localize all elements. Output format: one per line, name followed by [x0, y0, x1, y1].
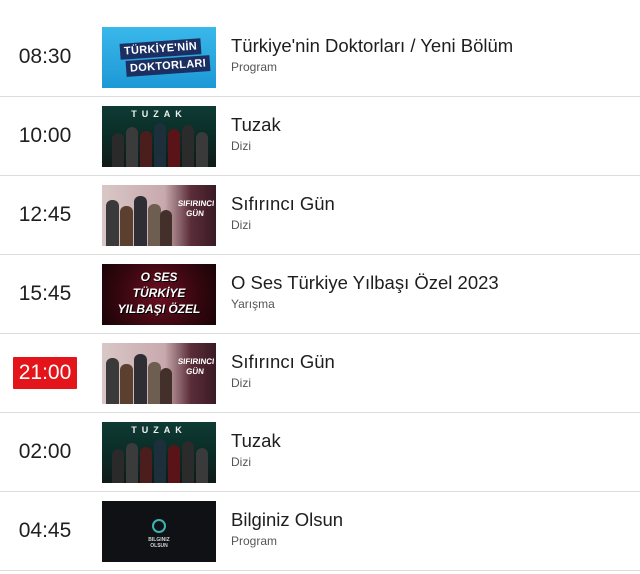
- airtime: 08:30: [18, 45, 72, 68]
- airtime: 02:00: [18, 440, 72, 463]
- program-thumbnail[interactable]: O SES TÜRKİYE YILBAŞI ÖZEL: [102, 264, 216, 325]
- program-thumbnail[interactable]: SIFIRINCI GÜN: [102, 343, 216, 404]
- thumbnail-logo-text: TUZAK: [131, 109, 187, 119]
- thumbnail-logo-text: BILGINIZ OLSUN: [148, 537, 170, 549]
- airtime: 04:45: [18, 519, 72, 542]
- program-title[interactable]: Sıfırıncı Gün: [231, 350, 335, 374]
- airtime: 12:45: [18, 203, 72, 226]
- thumbnail-logo-text: YILBAŞI ÖZEL: [117, 302, 201, 316]
- schedule-row[interactable]: 02:00 TUZAK Tuzak Dizi: [0, 413, 640, 492]
- schedule-row[interactable]: 15:45 O SES TÜRKİYE YILBAŞI ÖZEL O Ses T…: [0, 255, 640, 334]
- airtime: 10:00: [18, 124, 72, 147]
- airtime: 15:45: [18, 282, 72, 305]
- schedule-row[interactable]: 10:00 TUZAK Tuzak Dizi: [0, 97, 640, 176]
- thumbnail-logo-text: TÜRKİYE: [132, 286, 186, 300]
- program-thumbnail[interactable]: TUZAK: [102, 106, 216, 167]
- program-category: Dizi: [231, 139, 251, 153]
- program-category: Yarışma: [231, 297, 275, 311]
- thumbnail-logo-text: O SES: [140, 270, 178, 284]
- program-title[interactable]: O Ses Türkiye Yılbaşı Özel 2023: [231, 271, 499, 295]
- program-category: Program: [231, 534, 278, 548]
- program-category: Program: [231, 60, 278, 74]
- schedule-row[interactable]: 12:45 SIFIRINCI GÜN Sıfırıncı Gün Dizi: [0, 176, 640, 255]
- program-thumbnail[interactable]: SIFIRINCI GÜN: [102, 185, 216, 246]
- program-thumbnail[interactable]: TÜRKİYE'NİN DOKTORLARI: [102, 27, 216, 88]
- schedule-row[interactable]: 08:30 TÜRKİYE'NİN DOKTORLARI Türkiye'nin…: [0, 18, 640, 97]
- program-title[interactable]: Sıfırıncı Gün: [231, 192, 335, 216]
- thumbnail-logo-text: SIFIRINCI GÜN: [177, 199, 215, 218]
- program-category: Dizi: [231, 455, 251, 469]
- program-title[interactable]: Tuzak: [231, 113, 281, 137]
- program-category: Dizi: [231, 218, 251, 232]
- program-thumbnail[interactable]: TUZAK: [102, 422, 216, 483]
- tv-schedule-list: 08:30 TÜRKİYE'NİN DOKTORLARI Türkiye'nin…: [0, 0, 640, 574]
- program-thumbnail[interactable]: BILGINIZ OLSUN: [102, 501, 216, 562]
- logo-circle-icon: [152, 519, 166, 533]
- program-title[interactable]: Bilginiz Olsun: [231, 508, 343, 532]
- schedule-row[interactable]: 04:45 BILGINIZ OLSUN Bilginiz Olsun Progr…: [0, 492, 640, 571]
- program-category: Dizi: [231, 376, 251, 390]
- airtime-live-badge: 21:00: [12, 334, 78, 412]
- program-title[interactable]: Türkiye'nin Doktorları / Yeni Bölüm: [231, 34, 513, 58]
- thumbnail-logo-text: TUZAK: [131, 425, 187, 435]
- schedule-row-live[interactable]: 21:00 SIFIRINCI GÜN Sıfırıncı Gün Dizi: [0, 334, 640, 413]
- program-title[interactable]: Tuzak: [231, 429, 281, 453]
- thumbnail-logo-text: SIFIRINCI GÜN: [177, 357, 215, 376]
